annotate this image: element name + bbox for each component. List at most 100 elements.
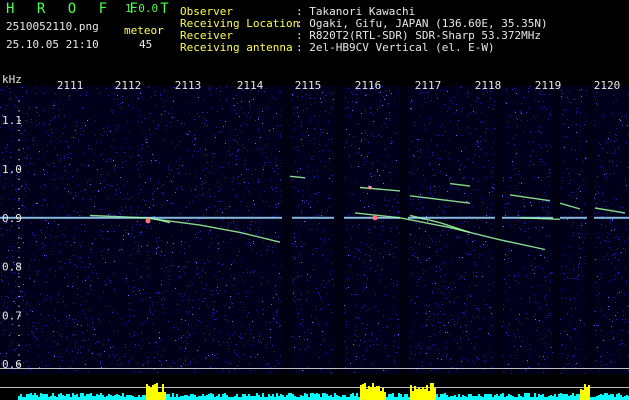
power-bar <box>152 385 154 400</box>
power-bar <box>272 394 274 400</box>
data-gap <box>495 86 502 374</box>
power-bar <box>458 394 460 400</box>
y-minor-tick <box>18 237 20 239</box>
power-bar <box>182 396 184 400</box>
x-tick-label: 2111 <box>57 79 84 92</box>
info-label-antenna: Receiving antenna <box>180 41 293 54</box>
y-minor-tick <box>18 354 20 356</box>
power-bar <box>34 393 36 400</box>
power-bar <box>326 394 328 400</box>
power-bar <box>570 395 572 400</box>
power-bar <box>98 395 100 400</box>
power-bar <box>118 395 120 400</box>
power-bar <box>316 393 318 400</box>
power-bar <box>64 396 66 400</box>
power-bar <box>600 394 602 400</box>
y-minor-tick <box>18 159 20 161</box>
power-bar <box>254 396 256 400</box>
power-bar <box>226 395 228 400</box>
power-bar <box>528 393 530 400</box>
power-bar <box>206 395 208 400</box>
power-bar <box>52 393 54 400</box>
power-bar <box>500 394 502 400</box>
power-bar <box>46 394 48 400</box>
power-bar <box>176 394 178 400</box>
power-bar <box>604 393 606 400</box>
power-bar <box>562 394 564 400</box>
power-bar <box>560 393 562 400</box>
power-bar <box>304 393 306 400</box>
y-minor-tick <box>18 178 20 180</box>
power-bar <box>468 394 470 400</box>
power-bar <box>110 395 112 400</box>
power-bar <box>502 393 504 400</box>
y-minor-tick <box>18 315 20 317</box>
power-bar <box>428 391 430 400</box>
power-bar <box>58 394 60 400</box>
power-bar <box>336 395 338 400</box>
power-bar <box>302 396 304 400</box>
power-bar <box>156 383 158 400</box>
x-tick-label: 2116 <box>355 79 382 92</box>
power-bar <box>132 396 134 400</box>
power-bar <box>276 393 278 400</box>
meteor-count: 45 <box>139 38 153 51</box>
power-bar <box>392 393 394 400</box>
power-bar <box>578 394 580 400</box>
y-axis-unit: kHz <box>2 74 22 86</box>
meteor-label: meteor <box>124 24 164 37</box>
power-bar <box>412 391 414 400</box>
power-bar <box>350 394 352 400</box>
meteor-head <box>368 185 372 190</box>
power-bar <box>550 395 552 400</box>
power-bar <box>580 389 582 400</box>
power-bar <box>406 394 408 400</box>
power-bar <box>242 394 244 400</box>
power-bar <box>446 395 448 400</box>
power-bar <box>488 394 490 400</box>
y-minor-tick <box>18 120 20 122</box>
y-minor-tick <box>18 139 20 141</box>
power-bar <box>128 395 130 400</box>
power-bar <box>542 394 544 400</box>
power-bar <box>422 387 424 400</box>
grid-line <box>0 387 629 388</box>
power-bar <box>192 394 194 400</box>
y-minor-tick <box>18 325 20 327</box>
data-gap <box>282 86 292 374</box>
power-bar <box>498 396 500 400</box>
power-bar <box>548 396 550 400</box>
power-bar <box>186 395 188 400</box>
power-bar <box>112 396 114 400</box>
x-tick-label: 2115 <box>295 79 322 92</box>
power-bar <box>476 396 478 400</box>
power-bar <box>384 392 386 400</box>
date-time: 25.10.05 21:10 <box>6 38 99 51</box>
power-bar <box>478 394 480 400</box>
power-bar <box>486 394 488 400</box>
power-bar <box>208 394 210 400</box>
power-bar <box>210 393 212 400</box>
power-bar <box>364 383 366 400</box>
y-minor-tick <box>18 129 20 131</box>
y-minor-tick <box>18 188 20 190</box>
power-bar <box>212 394 214 400</box>
power-bar <box>252 396 254 400</box>
power-bar <box>540 395 542 400</box>
noise-layer <box>0 86 629 374</box>
y-minor-tick <box>18 334 20 336</box>
power-bar <box>282 395 284 400</box>
power-bar <box>506 396 508 400</box>
power-bar <box>82 393 84 400</box>
power-bar <box>356 393 358 400</box>
y-minor-tick <box>18 149 20 151</box>
power-bar <box>360 385 362 400</box>
y-minor-tick <box>18 286 20 288</box>
y-minor-tick <box>18 247 20 249</box>
power-bar <box>450 396 452 400</box>
power-bar <box>216 396 218 400</box>
x-tick-label: 2114 <box>237 79 264 92</box>
power-bar <box>258 395 260 400</box>
power-bar <box>164 392 166 400</box>
power-bar <box>442 394 444 400</box>
